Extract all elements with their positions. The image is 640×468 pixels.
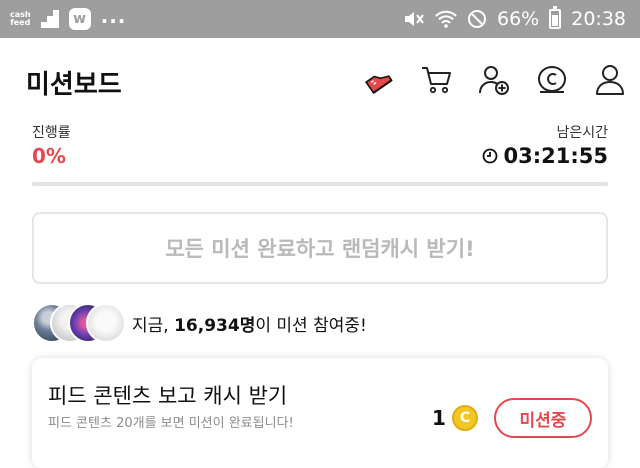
mission-title: 피드 콘텐츠 보고 캐시 받기 [48,384,288,408]
page-title: 미션보드 [26,70,122,100]
add-friend-icon[interactable] [476,62,512,98]
remaining-time-label: 남은시간 [556,125,608,141]
participant-avatars [32,303,126,343]
cash-coin-icon: C [452,405,478,431]
cash-coin-icon[interactable] [534,62,570,98]
header-icons [360,62,628,98]
participants-suffix: 이 미션 참여중! [255,315,367,336]
participants-row: 지금, 16,934명이 미션 참여중! [32,302,367,344]
do-not-disturb-icon [468,10,486,28]
stairs-icon [40,10,59,28]
profile-icon[interactable] [592,62,628,98]
cashfeed-logo: cash feed [10,10,31,27]
mute-icon [405,12,424,26]
participants-prefix: 지금, [132,315,175,336]
cart-icon[interactable] [418,62,454,98]
status-bar: cash feed w ... 66% 20:38 [0,0,640,38]
mission-card[interactable]: 피드 콘텐츠 보고 캐시 받기 피드 콘텐츠 20개를 보면 미션이 완료됩니다… [32,358,608,468]
status-bar-left: cash feed w ... [10,0,126,38]
w-app-icon: w [68,8,91,30]
clock-icon [482,148,497,164]
avatar [86,303,126,343]
battery-percent: 66% [497,8,540,30]
mission-reward-count: 1 [432,406,446,430]
status-bar-right: 66% 20:38 [403,0,626,38]
mission-description: 피드 콘텐츠 20개를 보면 미션이 완료됩니다! [48,416,294,431]
clock: 20:38 [571,8,626,30]
more-notifications: ... [100,4,127,28]
mission-status-button[interactable]: 미션중 [494,398,592,438]
red-sneaker-icon[interactable] [360,62,396,98]
progress-bar [32,182,608,186]
participants-count: 16,934명 [174,315,256,336]
progress-label: 진행률 [32,125,71,141]
remaining-time: 03:21:55 [482,144,608,168]
progress-value: 0% [32,144,66,168]
participants-count-text: 지금, 16,934명이 미션 참여중! [132,311,367,336]
wifi-icon [435,10,457,28]
remaining-time-value: 03:21:55 [503,144,608,168]
battery-icon [549,6,562,29]
random-cash-reward-button[interactable]: 모든 미션 완료하고 랜덤캐시 받기! [32,212,608,284]
